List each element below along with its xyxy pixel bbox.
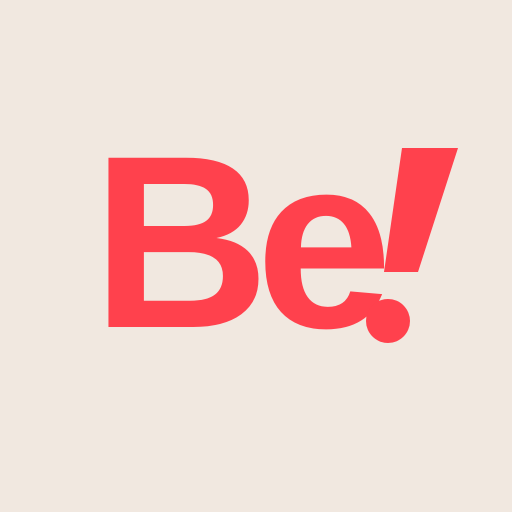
exclamation-stem	[384, 148, 458, 272]
exclamation-dot	[366, 299, 410, 343]
app-logo: Be	[0, 0, 512, 512]
exclamation-mark-icon	[366, 148, 458, 343]
